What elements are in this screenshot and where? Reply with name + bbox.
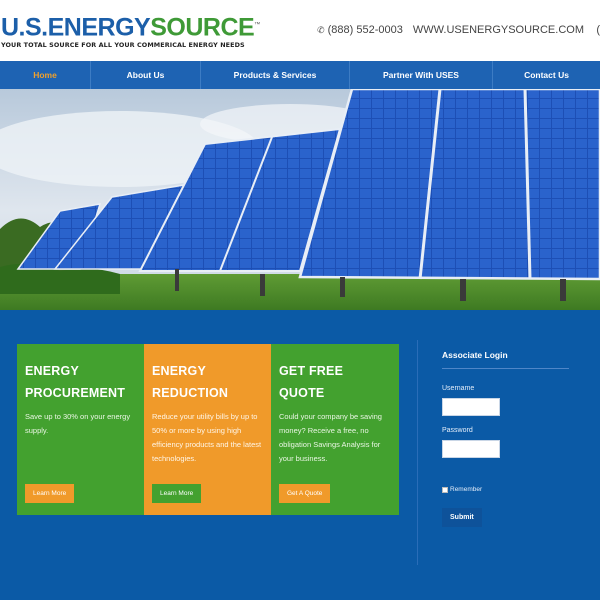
nav-item-products-services[interactable]: Products & Services: [201, 61, 350, 89]
learn-more-button[interactable]: Learn More: [152, 484, 202, 503]
solar-panels-image: [0, 89, 600, 310]
main-nav: Home About Us Products & Services Partne…: [0, 61, 600, 89]
nav-item-partner-with-uses[interactable]: Partner With USES: [350, 61, 493, 89]
logo-wordmark: U.S.ENERGYSOURCE™: [1, 13, 260, 42]
card-title: ENERGY PROCUREMENT: [25, 364, 126, 400]
phone-number: (888) 552-0003: [327, 24, 403, 36]
remember-row: Remember: [442, 486, 572, 493]
remember-checkbox[interactable]: [442, 486, 448, 493]
card-energy-procurement: ENERGY PROCUREMENT Save up to 30% on you…: [17, 344, 144, 515]
site-header: U.S.ENERGYSOURCE™ YOUR TOTAL SOURCE FOR …: [0, 0, 600, 61]
login-title-rule: [442, 368, 569, 369]
get-a-quote-button[interactable]: Get A Quote: [279, 484, 331, 503]
card-title: ENERGY REDUCTION: [152, 364, 229, 400]
card-get-free-quote: GET FREE QUOTE Could your company be sav…: [271, 344, 399, 515]
card-description: Reduce your utility bills by up to 50% o…: [152, 412, 262, 463]
service-cards: ENERGY PROCUREMENT Save up to 30% on you…: [17, 344, 399, 515]
nav-item-home[interactable]: Home: [0, 61, 91, 89]
password-label: Password: [442, 427, 473, 434]
nav-item-contact-us[interactable]: Contact Us: [493, 61, 600, 89]
logo-tagline: YOUR TOTAL SOURCE FOR ALL YOUR COMMERICA…: [1, 41, 245, 50]
site-logo[interactable]: U.S.ENERGYSOURCE™ YOUR TOTAL SOURCE FOR …: [1, 12, 260, 49]
associate-login-form: Associate Login Username Password Rememb…: [442, 350, 572, 527]
header-overflow-text: (: [596, 24, 600, 36]
remember-label: Remember: [450, 486, 483, 493]
section-divider: [417, 340, 418, 565]
card-energy-reduction: ENERGY REDUCTION Reduce your utility bil…: [144, 344, 271, 515]
hero-banner: [0, 89, 600, 310]
password-input[interactable]: [442, 440, 500, 458]
nav-item-about-us[interactable]: About Us: [91, 61, 201, 89]
learn-more-button[interactable]: Learn More: [25, 484, 75, 503]
card-title: GET FREE QUOTE: [279, 364, 344, 400]
login-title: Associate Login: [442, 350, 508, 360]
username-input[interactable]: [442, 398, 500, 416]
username-label: Username: [442, 385, 475, 392]
phone-link[interactable]: ✆ (888) 552-0003: [317, 24, 403, 36]
header-contact: ✆ (888) 552-0003 WWW.USENERGYSOURCE.COM: [317, 24, 584, 36]
card-description: Save up to 30% on your energy supply.: [25, 412, 131, 435]
card-description: Could your company be saving money? Rece…: [279, 412, 382, 463]
phone-icon: ✆: [317, 24, 325, 35]
submit-button[interactable]: Submit: [442, 508, 482, 527]
website-link[interactable]: WWW.USENERGYSOURCE.COM: [413, 24, 584, 36]
